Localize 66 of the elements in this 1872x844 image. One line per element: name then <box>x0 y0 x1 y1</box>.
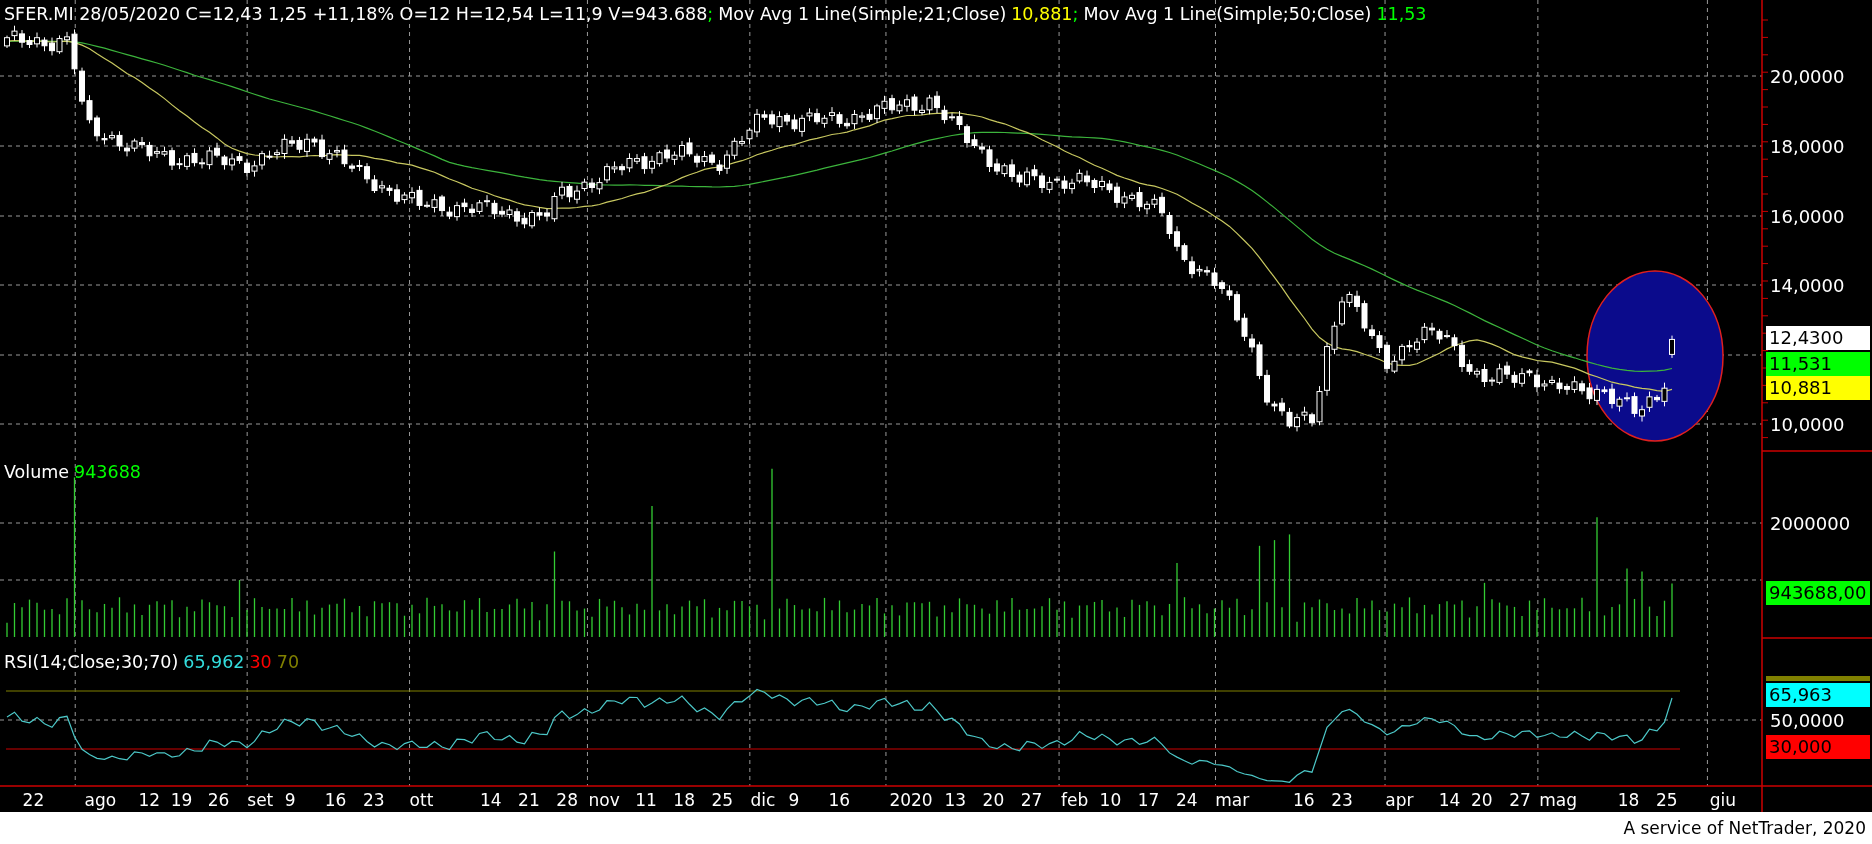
date-label: 16 <box>1293 790 1315 810</box>
date-label: set <box>247 790 274 810</box>
value-badge: 65,963 <box>1766 683 1870 707</box>
date-label: 20 <box>1470 790 1493 810</box>
date-label: 28 <box>556 790 578 810</box>
date-label: mag <box>1539 790 1578 810</box>
date-label: 24 <box>1176 790 1198 810</box>
axis-label: 18,0000 <box>1770 136 1845 157</box>
date-label: 26 <box>207 790 230 810</box>
date-label: 25 <box>1656 790 1678 810</box>
axis-label: 16,0000 <box>1770 206 1845 227</box>
chart-legend: Mov Avg 1 Line(Simple;50;Close) <box>1083 2 1372 26</box>
date-label: ago <box>84 790 117 810</box>
date-label: 12 <box>138 790 161 810</box>
date-label: 27 <box>1020 790 1043 810</box>
date-label: 9 <box>788 790 800 810</box>
date-label: giu <box>1709 790 1737 810</box>
date-label: 2020 <box>889 790 933 810</box>
date-label: 18 <box>673 790 695 810</box>
date-label: 10 <box>1099 790 1122 810</box>
axis-label: 20,0000 <box>1770 66 1845 87</box>
chart-legend: SFER.MI 28/05/2020 C=12,43 1,25 +11,18% O=12 H=12,54 L=11,9 V=943.688 <box>4 2 708 26</box>
chart-legend: 11,53 <box>1376 2 1427 26</box>
axis-label: 10,0000 <box>1770 414 1845 435</box>
chart-legend: ; <box>1072 2 1079 26</box>
rsi-legend: 70 <box>276 650 300 674</box>
date-label: dic <box>750 790 776 810</box>
date-label: mar <box>1215 790 1250 810</box>
value-badge: 30,000 <box>1766 735 1870 759</box>
value-badge: 12,4300 <box>1766 326 1870 350</box>
date-label: 13 <box>944 790 966 810</box>
date-label: 27 <box>1509 790 1531 810</box>
chart-legend: ; <box>707 2 714 26</box>
date-label: 19 <box>170 790 193 810</box>
date-label: 9 <box>284 790 296 810</box>
rsi-legend: 65,962 <box>183 650 245 674</box>
date-label: feb <box>1060 790 1089 810</box>
rsi-legend: RSI(14;Close;30;70) <box>4 650 179 674</box>
footer-credit: A service of NetTrader, 2020 <box>1623 818 1866 838</box>
chart-legend: Mov Avg 1 Line(Simple;21;Close) <box>718 2 1007 26</box>
chart-legend: 10,881 <box>1011 2 1073 26</box>
rsi-legend: 30 <box>249 650 272 674</box>
value-badge: 10,881 <box>1766 376 1870 400</box>
date-label: nov <box>588 790 620 810</box>
date-label: 21 <box>518 790 540 810</box>
date-label: 20 <box>982 790 1005 810</box>
date-label: 11 <box>635 790 657 810</box>
axis-label: 2000000 <box>1770 513 1851 534</box>
date-label: apr <box>1385 790 1414 810</box>
volume-legend: Volume <box>4 460 70 484</box>
date-label: 14 <box>479 790 502 810</box>
value-badge: 11,531 <box>1766 352 1870 376</box>
date-label: 17 <box>1137 790 1160 810</box>
date-label: ott <box>409 790 434 810</box>
date-label: 14 <box>1438 790 1461 810</box>
date-label: 23 <box>1331 790 1353 810</box>
date-label: 23 <box>362 790 385 810</box>
axis-label: 14,0000 <box>1770 275 1845 296</box>
date-label: 18 <box>1617 790 1640 810</box>
axis-label: 50,0000 <box>1770 710 1845 731</box>
volume-legend: 943688 <box>74 460 141 484</box>
date-label: 16 <box>324 790 347 810</box>
date-label: 22 <box>22 790 45 810</box>
date-label: 16 <box>828 790 851 810</box>
date-label: 25 <box>711 790 734 810</box>
value-badge: 943688,00 <box>1766 581 1870 605</box>
